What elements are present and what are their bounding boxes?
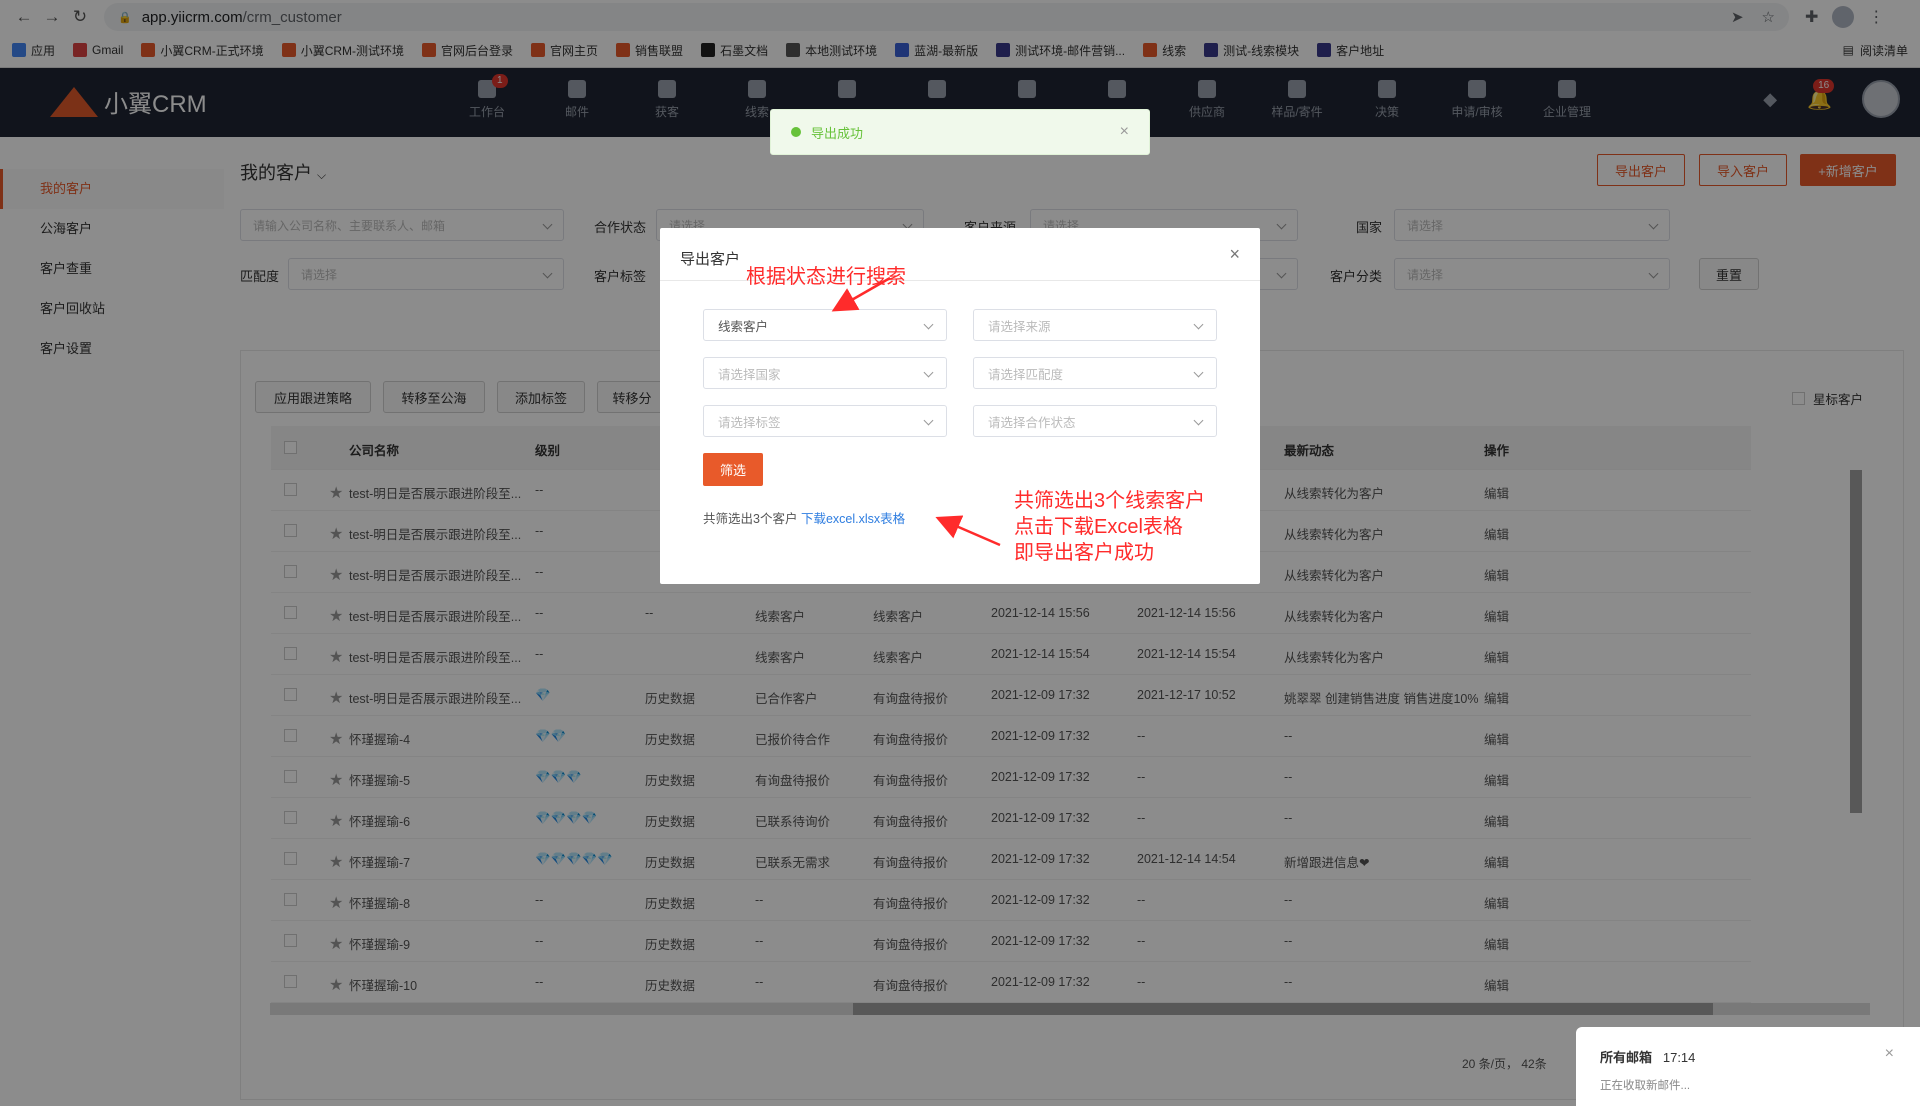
tag-select[interactable]: 请选择标签 <box>703 405 947 437</box>
result-footer: 共筛选出3个客户 下载excel.xlsx表格 <box>703 508 905 527</box>
mail-status: 正在收取新邮件... <box>1600 1080 1691 1092</box>
annotation-line-2: 点击下载Excel表格 <box>1014 516 1183 538</box>
match-select[interactable]: 请选择匹配度 <box>973 357 1217 389</box>
coop-status-select[interactable]: 请选择合作状态 <box>973 405 1217 437</box>
close-icon[interactable]: × <box>1120 123 1129 141</box>
annotation-line-3: 即导出客户成功 <box>1014 542 1154 564</box>
country-select[interactable]: 请选择国家 <box>703 357 947 389</box>
success-toast: 导出成功 × <box>770 109 1150 155</box>
close-icon[interactable]: × <box>1229 244 1240 265</box>
filter-button[interactable]: 筛选 <box>703 453 763 486</box>
modal-title: 导出客户 <box>680 251 741 268</box>
mail-status-panel: 所有邮箱 17:14 正在收取新邮件... × <box>1576 1027 1920 1106</box>
annotation-right: 共筛选出3个线索客户 点击下载Excel表格 即导出客户成功 <box>1014 488 1205 566</box>
mail-time: 17:14 <box>1662 1050 1696 1065</box>
close-icon[interactable]: × <box>1885 1045 1894 1063</box>
download-excel-link[interactable]: 下载excel.xlsx表格 <box>801 512 905 526</box>
toast-message: 导出成功 <box>811 125 864 141</box>
result-text: 共筛选出3个客户 <box>703 512 798 526</box>
mail-title: 所有邮箱 <box>1600 1050 1653 1065</box>
status-select[interactable]: 线索客户 <box>703 309 947 341</box>
success-icon <box>791 127 801 137</box>
annotation-line-1: 共筛选出3个线索客户 <box>1014 490 1206 512</box>
source-select[interactable]: 请选择来源 <box>973 309 1217 341</box>
annotation-top: 根据状态进行搜索 <box>746 266 906 288</box>
